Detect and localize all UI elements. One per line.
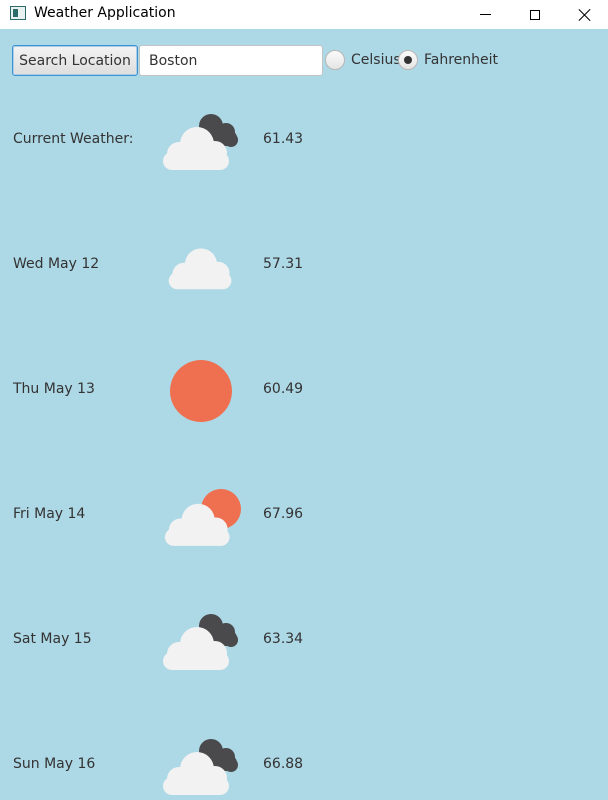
maximize-button[interactable] (512, 0, 558, 29)
celsius-radio[interactable] (325, 50, 345, 70)
forecast-temperature: 57.31 (263, 256, 304, 272)
app-icon (10, 6, 26, 20)
search-location-button[interactable]: Search Location (12, 45, 138, 76)
forecast-temperature: 63.34 (263, 631, 304, 647)
title-bar: Weather Application (0, 0, 608, 29)
forecast-day-label: Thu May 13 (13, 381, 95, 397)
forecast-temperature: 67.96 (263, 506, 304, 522)
current-weather-label: Current Weather: (13, 131, 134, 147)
sun-behind-cloud-icon (164, 489, 241, 546)
minimize-icon (479, 14, 491, 15)
close-button[interactable] (562, 0, 608, 29)
fahrenheit-radio-label[interactable]: Fahrenheit (424, 52, 498, 68)
forecast-day-label: Wed May 12 (13, 256, 100, 272)
celsius-radio-label[interactable]: Celsius (351, 52, 401, 68)
weather-app-window: Weather Application Search Location Cels… (0, 0, 608, 800)
current-temperature: 61.43 (263, 131, 304, 147)
maximize-icon (530, 9, 540, 20)
forecast-day-label: Sun May 16 (13, 756, 96, 772)
fahrenheit-radio[interactable] (398, 50, 418, 70)
partly-cloudy-dark-icon (163, 614, 238, 670)
forecast-day-label: Sat May 15 (13, 631, 92, 647)
minimize-button[interactable] (462, 0, 508, 29)
forecast-temperature: 66.88 (263, 756, 304, 772)
partly-cloudy-dark-icon (163, 114, 238, 170)
window-title: Weather Application (34, 5, 176, 21)
cloud-icon (168, 248, 232, 290)
location-input[interactable] (139, 45, 323, 76)
sun-icon (170, 360, 232, 422)
forecast-day-label: Fri May 14 (13, 506, 86, 522)
partly-cloudy-dark-icon (163, 739, 238, 795)
forecast-temperature: 60.49 (263, 381, 304, 397)
close-icon (578, 8, 592, 22)
